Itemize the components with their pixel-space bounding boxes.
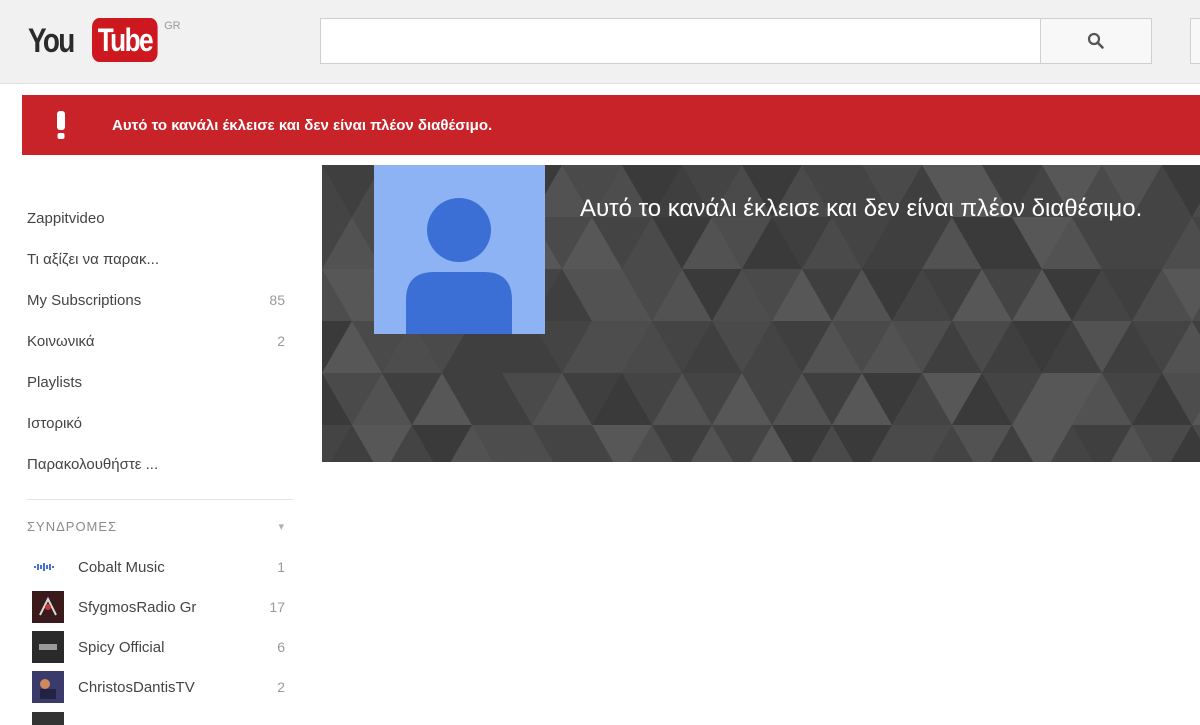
subscription-item-spicy-official[interactable]: Spicy Official 6 xyxy=(32,630,285,664)
subscription-count: 6 xyxy=(277,639,285,655)
subscription-count: 2 xyxy=(277,679,285,695)
logo-you-text: You xyxy=(28,22,75,60)
sidebar-item-label: Ιστορικό xyxy=(27,414,83,432)
sidebar-item-history[interactable]: Ιστορικό xyxy=(27,408,285,438)
channel-thumbnail xyxy=(32,712,64,725)
search-button[interactable] xyxy=(1040,18,1152,64)
sidebar-item-count: 2 xyxy=(277,333,285,349)
channel-closed-alert: Αυτό το κανάλι έκλεισε και δεν είναι πλέ… xyxy=(22,95,1200,155)
sidebar-item-what-to-watch[interactable]: Τι αξίζει να παρακ... xyxy=(27,244,285,274)
subscription-name: ChristosDantisTV xyxy=(78,678,195,696)
sidebar-item-label: Playlists xyxy=(27,373,83,391)
guide-sidebar: Zappitvideo Τι αξίζει να παρακ... My Sub… xyxy=(0,160,310,725)
subscriptions-title: ΣΥΝΔΡΟΜΕΣ xyxy=(27,518,118,534)
channel-closed-message: Αυτό το κανάλι έκλεισε και δεν είναι πλέ… xyxy=(580,195,1143,222)
channel-thumbnail xyxy=(32,591,64,623)
sidebar-item-label: Zappitvideo xyxy=(27,209,105,227)
subscriptions-section-header[interactable]: ΣΥΝΔΡΟΜΕΣ ▾ xyxy=(27,514,285,538)
collapse-chevron-icon[interactable]: ▾ xyxy=(278,520,285,533)
subscription-count: 17 xyxy=(269,599,285,615)
sidebar-item-label: Παρακολουθήστε ... xyxy=(27,455,159,473)
youtube-logo[interactable]: You Tube GR xyxy=(28,18,181,64)
channel-thumbnail xyxy=(32,551,64,583)
logo-tube-text: Tube xyxy=(92,18,158,62)
sidebar-item-zappitvideo[interactable]: Zappitvideo xyxy=(27,203,285,233)
sidebar-item-label: Τι αξίζει να παρακ... xyxy=(27,250,159,268)
subscription-name: SfygmosRadio Gr xyxy=(78,598,197,616)
subscription-name: Cobalt Music xyxy=(78,558,165,576)
header-right-button-edge[interactable] xyxy=(1190,18,1200,64)
exclamation-icon xyxy=(22,95,100,155)
sidebar-item-playlists[interactable]: Playlists xyxy=(27,367,285,397)
subscription-item-cobalt-music[interactable]: Cobalt Music 1 xyxy=(32,550,285,584)
channel-thumbnail xyxy=(32,671,64,703)
sidebar-item-label: My Subscriptions xyxy=(27,291,142,309)
masthead: You Tube GR xyxy=(0,0,1200,84)
sidebar-item-watch-later[interactable]: Παρακολουθήστε ... xyxy=(27,449,285,479)
default-avatar-icon xyxy=(374,165,545,334)
subscription-name: Spicy Official xyxy=(78,638,165,656)
sidebar-item-label: Κοινωνικά xyxy=(27,332,95,350)
sidebar-divider xyxy=(27,499,293,500)
subscription-item-christosdantistv[interactable]: ChristosDantisTV 2 xyxy=(32,670,285,704)
alert-message: Αυτό το κανάλι έκλεισε και δεν είναι πλέ… xyxy=(112,116,493,134)
sidebar-item-count: 85 xyxy=(269,292,285,308)
sidebar-item-social[interactable]: Κοινωνικά 2 xyxy=(27,326,285,356)
subscription-count: 1 xyxy=(277,559,285,575)
search-icon xyxy=(1087,32,1104,49)
logo-country-code: GR xyxy=(164,20,181,32)
sidebar-item-my-subscriptions[interactable]: My Subscriptions 85 xyxy=(27,285,285,315)
search-input[interactable] xyxy=(320,18,1042,64)
subscription-item-sfygmosradio[interactable]: SfygmosRadio Gr 17 xyxy=(32,590,285,624)
channel-thumbnail xyxy=(32,631,64,663)
subscription-item-partial[interactable] xyxy=(32,712,285,725)
